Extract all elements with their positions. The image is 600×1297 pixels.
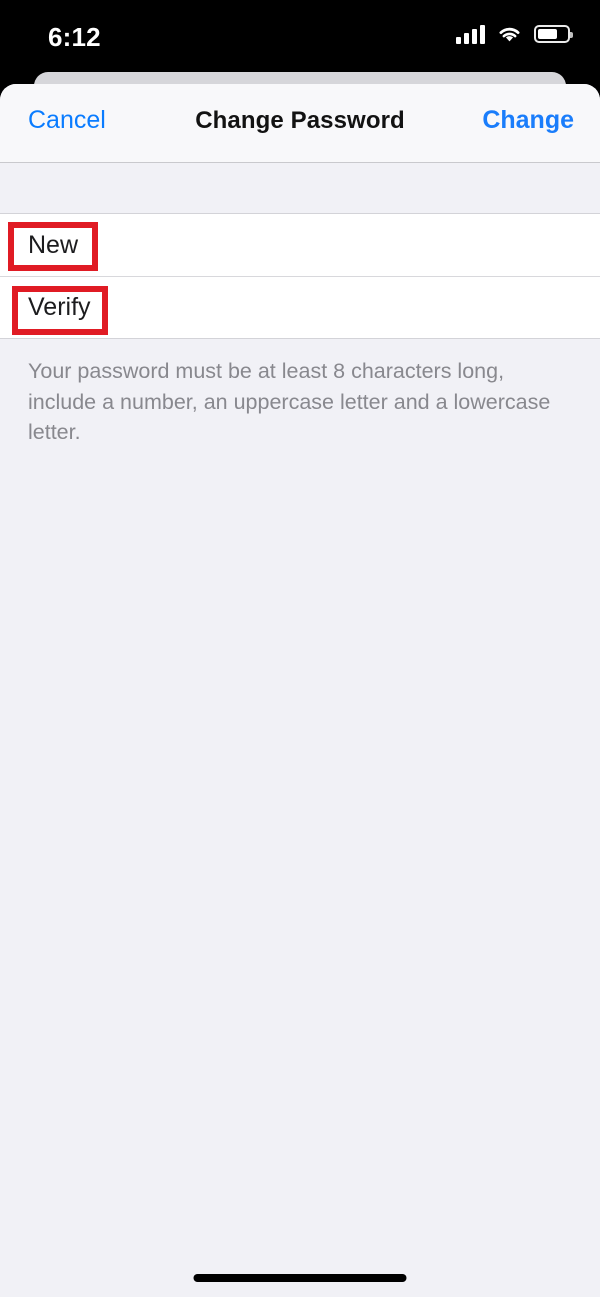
change-button[interactable]: Change bbox=[482, 106, 574, 135]
battery-icon bbox=[534, 25, 573, 43]
new-password-row[interactable]: New bbox=[0, 214, 600, 276]
verify-password-input[interactable] bbox=[90, 277, 600, 338]
phone-screen: 6:12 Cancel Change Password Change New V… bbox=[0, 0, 600, 1297]
password-requirements-text: Your password must be at least 8 charact… bbox=[28, 359, 551, 445]
status-bar: 6:12 bbox=[0, 0, 600, 72]
section-gap bbox=[0, 163, 600, 214]
status-bar-icons bbox=[456, 24, 573, 44]
new-password-label: New bbox=[28, 230, 79, 259]
empty-content-area bbox=[0, 447, 600, 1208]
password-field-group: New Verify bbox=[0, 214, 600, 339]
status-bar-time: 6:12 bbox=[48, 22, 101, 52]
home-indicator[interactable] bbox=[193, 1274, 407, 1282]
navigation-bar: Cancel Change Password Change bbox=[0, 84, 600, 163]
verify-password-label: Verify bbox=[28, 293, 91, 321]
cellular-signal-icon bbox=[456, 24, 485, 44]
verify-password-row[interactable]: Verify bbox=[0, 276, 600, 338]
wifi-icon bbox=[499, 27, 520, 42]
change-password-sheet: Cancel Change Password Change New Verify… bbox=[0, 84, 600, 1297]
new-password-input[interactable] bbox=[78, 214, 600, 276]
